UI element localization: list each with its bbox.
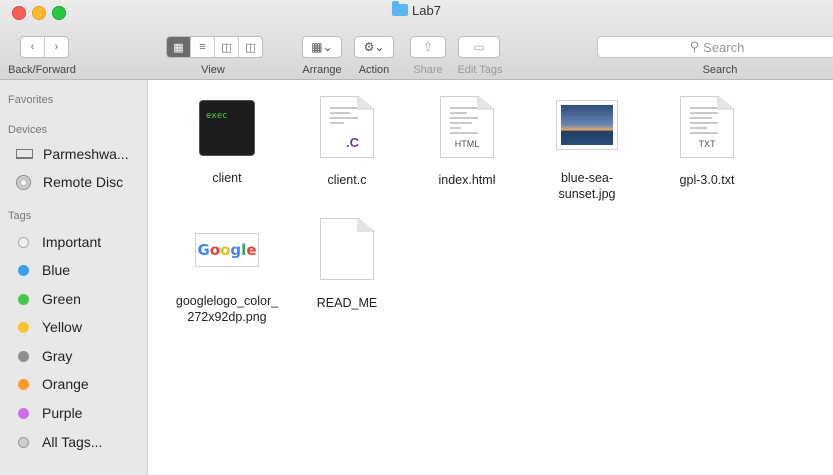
sidebar: Favorites Devices Parmeshwa... Remote Di…	[0, 80, 148, 475]
tag-label: All Tags...	[42, 434, 103, 450]
file-name: client.c	[327, 173, 367, 187]
back-forward-label: Back/Forward	[8, 64, 76, 76]
icon-view-button[interactable]: ▦	[167, 37, 191, 57]
back-button[interactable]: ‹	[21, 37, 45, 57]
tag-label: Gray	[42, 348, 73, 364]
favorites-header: Favorites	[8, 94, 54, 106]
tag-dot-icon	[18, 378, 29, 390]
tags-header: Tags	[8, 210, 32, 222]
arrange-button[interactable]: ▦⌄	[302, 36, 342, 58]
file-name: googlelogo_color_	[175, 294, 279, 308]
arrange-label: Arrange	[302, 64, 342, 76]
folder-icon	[392, 1, 409, 16]
file-item-index-html[interactable]: HTML index.html	[412, 96, 522, 188]
window-toolbar: Lab7 ‹ › Back/Forward ▦ ≡ ◫ ◫ View ▦⌄ Ar…	[0, 0, 833, 80]
file-name-line2: 272x92dp.png	[187, 310, 267, 324]
file-item-client[interactable]: exec client	[172, 100, 282, 186]
file-name: blue-sea-	[560, 171, 614, 185]
sidebar-tag-purple[interactable]: Purple	[12, 400, 82, 426]
search-placeholder: Search	[703, 39, 745, 55]
share-label: Share	[413, 64, 443, 76]
disc-icon	[16, 174, 31, 190]
tag-dot-icon	[18, 350, 29, 362]
sidebar-all-tags[interactable]: All Tags...	[12, 429, 102, 455]
file-item-client-c[interactable]: .C client.c	[292, 96, 402, 188]
tag-label: Orange	[42, 376, 89, 392]
sidebar-tag-blue[interactable]: Blue	[12, 257, 70, 283]
sidebar-tag-important[interactable]: Important	[12, 229, 101, 255]
tag-label: Yellow	[42, 319, 82, 335]
file-name: gpl-3.0.txt	[679, 173, 735, 187]
edit-tags-label: Edit Tags	[457, 64, 503, 76]
exec-icon-text: exec	[206, 111, 228, 121]
forward-button[interactable]: ›	[45, 37, 68, 57]
file-icon-grid: exec client .C client.c HTML index.html …	[148, 80, 833, 475]
sidebar-tag-gray[interactable]: Gray	[12, 343, 72, 369]
file-name: index.html	[438, 173, 496, 187]
devices-header: Devices	[8, 124, 48, 136]
all-tags-icon	[18, 436, 29, 448]
cover-flow-button[interactable]: ◫	[239, 37, 262, 57]
sidebar-tag-green[interactable]: Green	[12, 286, 81, 312]
terminal-exec-icon: exec	[199, 100, 255, 156]
sidebar-item-remote-disc[interactable]: Remote Disc	[12, 169, 123, 195]
tag-dot-icon	[18, 236, 29, 248]
sidebar-tag-yellow[interactable]: Yellow	[12, 314, 82, 340]
c-icon-text: .C	[346, 135, 359, 150]
blank-document-icon	[320, 218, 374, 280]
file-name: client	[212, 171, 242, 185]
search-field[interactable]: ⚲ Search	[597, 36, 833, 58]
share-button[interactable]: ⇧	[410, 36, 446, 58]
sidebar-tag-orange[interactable]: Orange	[12, 371, 89, 397]
view-mode-control: ▦ ≡ ◫ ◫	[166, 36, 263, 58]
window-title: Lab7	[0, 1, 833, 18]
file-name: READ_ME	[316, 296, 378, 310]
file-item-blue-sea-sunset[interactable]: blue-sea- sunset.jpg	[532, 100, 642, 202]
file-item-gpl-txt[interactable]: TXT gpl-3.0.txt	[652, 96, 762, 188]
txt-icon-text: TXT	[698, 139, 716, 149]
google-logo-icon: Google	[195, 233, 259, 267]
tag-dot-icon	[18, 407, 29, 419]
laptop-icon	[16, 149, 33, 159]
edit-tags-button[interactable]: ▭	[458, 36, 500, 58]
text-document-icon: TXT	[680, 96, 734, 158]
view-label: View	[201, 64, 225, 76]
c-source-icon: .C	[320, 96, 374, 158]
file-item-googlelogo[interactable]: Google googlelogo_color_ 272x92dp.png	[172, 225, 282, 325]
action-label: Action	[358, 64, 390, 76]
image-thumbnail-icon	[556, 100, 618, 150]
tag-dot-icon	[18, 293, 29, 305]
back-forward-control: ‹ ›	[20, 36, 69, 58]
tag-dot-icon	[18, 321, 29, 333]
tag-label: Blue	[42, 262, 71, 278]
list-view-button[interactable]: ≡	[191, 37, 215, 57]
search-label: Search	[702, 64, 738, 76]
search-icon: ⚲	[689, 39, 700, 54]
html-document-icon: HTML	[440, 96, 494, 158]
tag-dot-icon	[18, 264, 29, 276]
window-title-text: Lab7	[412, 3, 441, 18]
sidebar-item-label: Remote Disc	[43, 174, 124, 190]
tag-label: Green	[42, 291, 81, 307]
action-button[interactable]: ⚙⌄	[354, 36, 394, 58]
sidebar-item-label: Parmeshwa...	[43, 146, 129, 162]
sidebar-item-computer[interactable]: Parmeshwa...	[12, 141, 129, 167]
column-view-button[interactable]: ◫	[215, 37, 239, 57]
file-item-read-me[interactable]: READ_ME	[292, 218, 402, 311]
tag-label: Purple	[42, 405, 83, 421]
tag-label: Important	[42, 234, 102, 250]
file-name-line2: sunset.jpg	[558, 187, 616, 201]
html-icon-text: HTML	[454, 139, 480, 149]
